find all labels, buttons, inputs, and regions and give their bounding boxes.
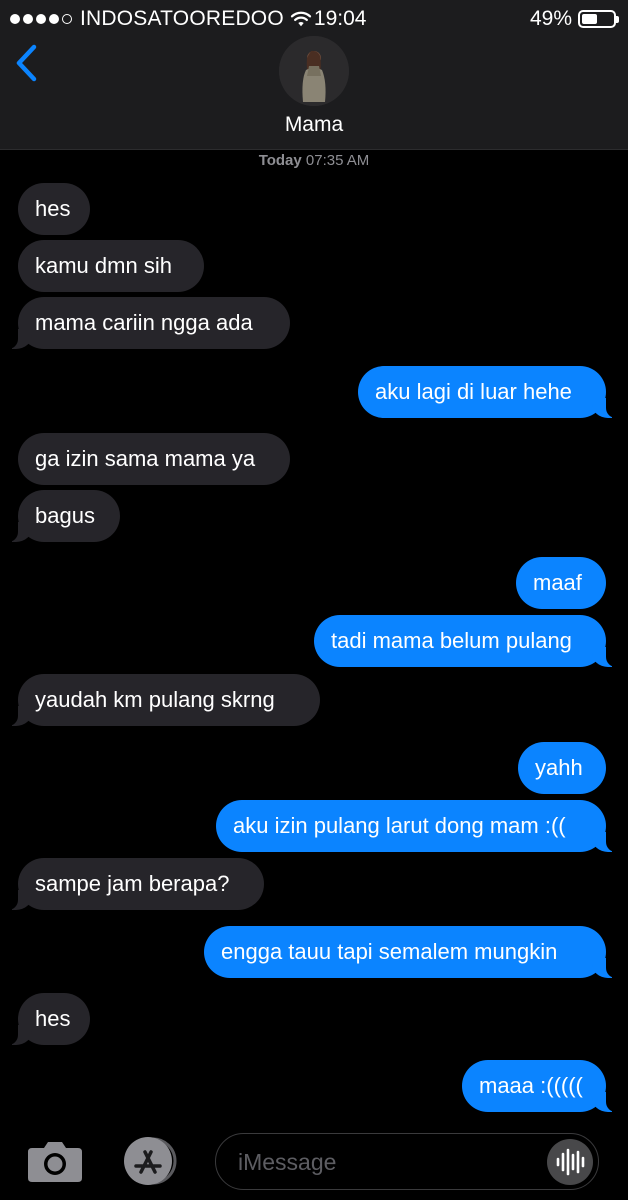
message-text: ga izin sama mama ya: [35, 446, 256, 471]
audio-message-button[interactable]: [547, 1139, 593, 1185]
message-text: hes: [35, 196, 71, 221]
avatar-photo: [279, 36, 349, 106]
message-input[interactable]: iMessage: [215, 1133, 599, 1190]
message-text: yaudah km pulang skrng: [35, 687, 275, 712]
incoming-message-bubble[interactable]: mama cariin ngga ada: [8, 297, 290, 349]
outgoing-message-bubble[interactable]: aku izin pulang larut dong mam :((: [216, 800, 616, 852]
conversation-timestamp: Today 07:35 AM: [0, 152, 628, 169]
clock: 19:04: [313, 7, 367, 30]
incoming-message-bubble[interactable]: yaudah km pulang skrng: [8, 674, 320, 726]
carrier-name: INDOSATOOREDOO: [80, 7, 284, 30]
camera-icon[interactable]: [26, 1138, 84, 1184]
message-text: tadi mama belum pulang: [331, 628, 572, 653]
message-text: mama cariin ngga ada: [35, 310, 253, 335]
incoming-message-bubble[interactable]: ga izin sama mama ya: [18, 433, 290, 485]
outgoing-message-bubble[interactable]: aku lagi di luar hehe: [358, 366, 616, 418]
message-input-placeholder: iMessage: [238, 1149, 337, 1175]
timestamp-time: 07:35 AM: [305, 152, 370, 169]
incoming-message-bubble[interactable]: hes: [8, 993, 90, 1045]
battery-status: 49%: [529, 7, 619, 31]
carrier-info: INDOSATOOREDOO 19:04: [10, 7, 366, 31]
message-text: hes: [35, 1006, 71, 1031]
wifi-icon: [290, 11, 312, 27]
outgoing-message-bubble[interactable]: maaf: [516, 557, 606, 609]
chevron-left-icon[interactable]: [12, 42, 42, 84]
signal-strength-icon: [10, 14, 72, 24]
message-text: aku lagi di luar hehe: [375, 379, 572, 404]
outgoing-message-bubble[interactable]: maaa :(((((: [462, 1060, 616, 1112]
outgoing-message-bubble[interactable]: tadi mama belum pulang: [314, 615, 616, 667]
message-text: engga tauu tapi semalem mungkin: [221, 939, 558, 964]
message-text: maaa :(((((: [479, 1073, 583, 1098]
outgoing-message-bubble[interactable]: yahh: [518, 742, 606, 794]
battery-percent: 49%: [529, 7, 572, 30]
timestamp-day: Today: [258, 152, 302, 169]
incoming-message-bubble[interactable]: bagus: [8, 490, 120, 542]
incoming-message-bubble[interactable]: hes: [18, 183, 90, 235]
message-text: aku izin pulang larut dong mam :((: [233, 813, 566, 838]
battery-level-fill: [582, 14, 597, 24]
incoming-message-bubble[interactable]: sampe jam berapa?: [8, 858, 264, 910]
app-store-icon[interactable]: [118, 1136, 182, 1186]
message-text: sampe jam berapa?: [35, 871, 230, 896]
message-text: yahh: [535, 755, 583, 780]
message-text: bagus: [35, 503, 95, 528]
contact-avatar[interactable]: [279, 36, 349, 106]
conversation-header: INDOSATOOREDOO 19:04 49% Mama: [0, 0, 628, 150]
outgoing-message-bubble[interactable]: engga tauu tapi semalem mungkin: [204, 926, 616, 978]
contact-name[interactable]: Mama: [0, 113, 628, 137]
incoming-message-bubble[interactable]: kamu dmn sih: [18, 240, 204, 292]
message-text: kamu dmn sih: [35, 253, 172, 278]
message-text: maaf: [533, 570, 582, 595]
status-bar: INDOSATOOREDOO 19:04 49%: [0, 0, 628, 36]
audio-waveform-icon: [556, 1148, 585, 1176]
battery-icon: [578, 10, 619, 28]
